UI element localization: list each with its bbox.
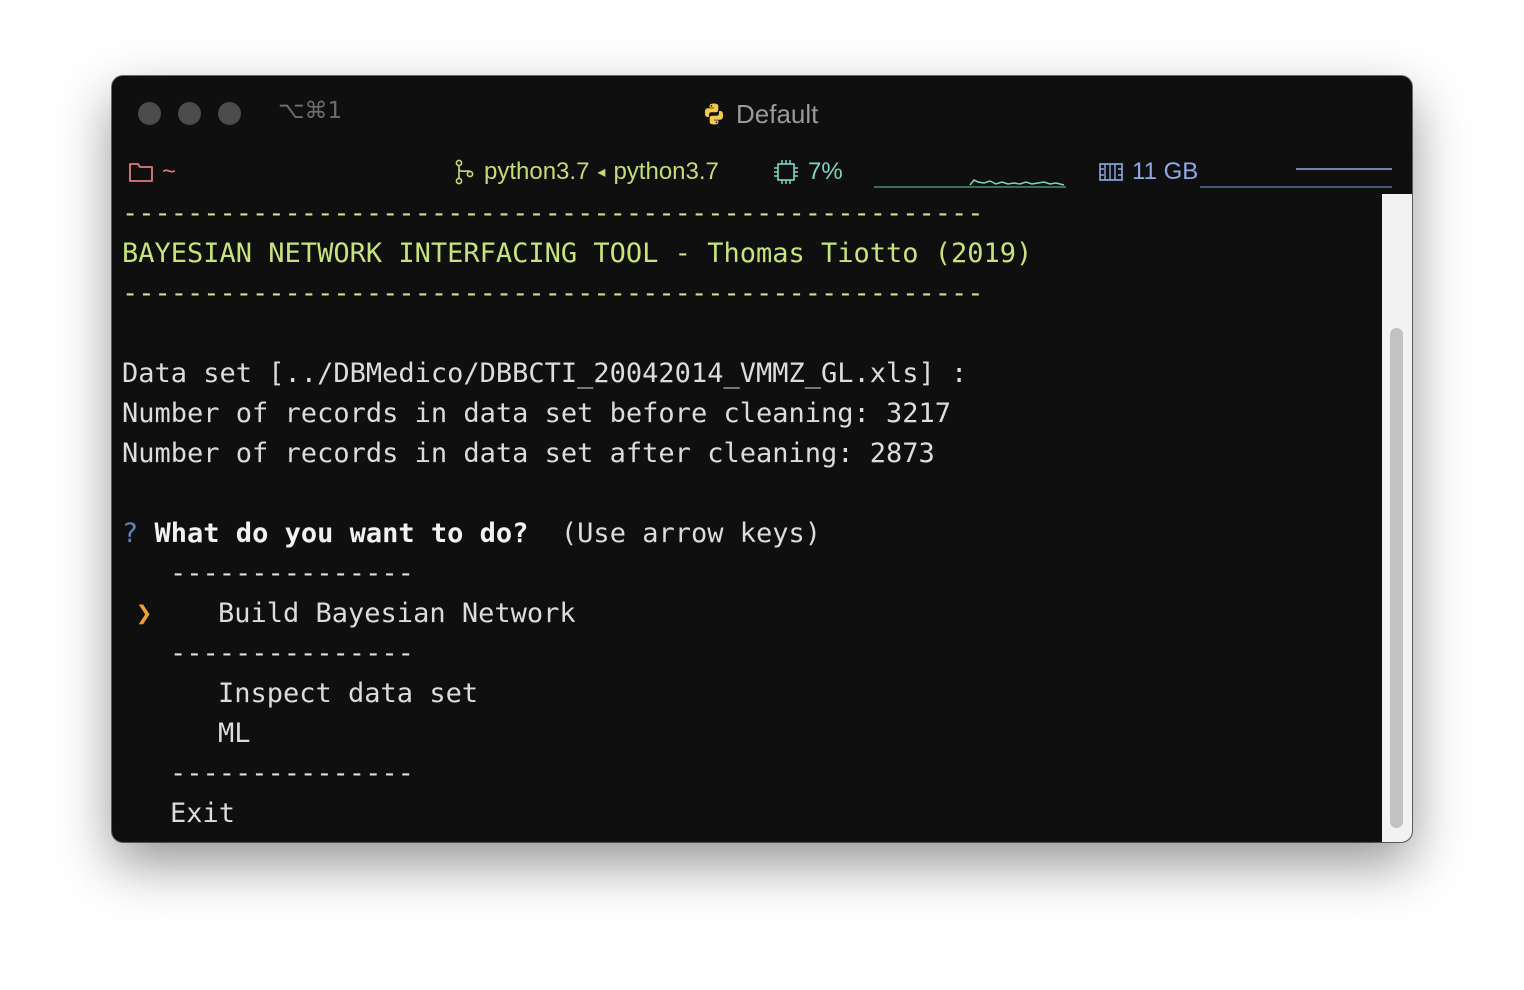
- prompt-question: What do you want to do?: [154, 518, 529, 549]
- cpu-component[interactable]: 7%: [772, 152, 843, 192]
- prompt-line: ? What do you want to do? (Use arrow key…: [122, 514, 821, 554]
- menu-separator: ---------------: [170, 558, 414, 589]
- selection-pointer-icon: ❯: [136, 598, 153, 629]
- memory-sparkline: [1200, 168, 1392, 188]
- git-branch-icon: [455, 159, 474, 185]
- git-branch-name: python3.7: [484, 158, 590, 185]
- prompt-mark: ?: [122, 518, 139, 549]
- menu-item-build-bayesian-network[interactable]: Build Bayesian Network: [218, 594, 576, 634]
- folder-icon: [129, 163, 153, 182]
- dataset-path-line: Data set [../DBMedico/DBBCTI_20042014_VM…: [122, 358, 968, 389]
- zoom-button[interactable]: [218, 102, 241, 125]
- folder-path: ~: [162, 158, 177, 185]
- close-button[interactable]: [138, 102, 161, 125]
- python-logo-icon: [704, 103, 724, 125]
- menu-separator: ---------------: [170, 638, 414, 669]
- cpu-percent: 7%: [808, 158, 843, 185]
- window-shortcut: ⌥⌘1: [278, 98, 343, 124]
- banner-rule-top: ----------------------------------------…: [122, 198, 984, 229]
- cpu-sparkline: [874, 179, 1066, 188]
- minimize-button[interactable]: [178, 102, 201, 125]
- records-before-line: Number of records in data set before cle…: [122, 398, 952, 429]
- banner-title: BAYESIAN NETWORK INTERFACING TOOL - Thom…: [122, 238, 1033, 269]
- memory-icon: [1099, 163, 1123, 181]
- git-upstream-arrow: ◂: [597, 164, 606, 181]
- git-upstream-name: python3.7: [613, 158, 719, 185]
- title-bar[interactable]: ⌥⌘1 Default: [112, 76, 1412, 152]
- folder-component[interactable]: ~: [128, 152, 176, 192]
- terminal-output[interactable]: --------------- --------------- ----------…: [112, 194, 1382, 842]
- memory-component[interactable]: 11 GB: [1098, 152, 1198, 192]
- cpu-chip-icon: [774, 160, 798, 184]
- terminal-window: ⌥⌘1 Default ~ python3.7 ◂ python3.7 7% 1…: [112, 76, 1412, 842]
- git-component[interactable]: python3.7 ◂ python3.7: [454, 152, 719, 192]
- scrollbar-track[interactable]: [1382, 194, 1412, 842]
- records-after-line: Number of records in data set after clea…: [122, 438, 935, 469]
- memory-usage: 11 GB: [1132, 158, 1199, 185]
- banner-rule-bottom: ----------------------------------------…: [122, 278, 984, 309]
- menu-item-exit[interactable]: Exit: [170, 794, 235, 834]
- menu-item-ml[interactable]: ML: [218, 714, 251, 754]
- window-title: Default: [702, 96, 818, 132]
- menu-separator: ---------------: [170, 758, 414, 789]
- window-title-text: Default: [736, 98, 819, 129]
- status-bar: ~ python3.7 ◂ python3.7 7% 11 GB: [112, 152, 1412, 192]
- prompt-hint: (Use arrow keys): [560, 518, 822, 549]
- scrollbar-thumb[interactable]: [1390, 328, 1403, 828]
- menu-item-inspect-data-set[interactable]: Inspect data set: [218, 674, 478, 714]
